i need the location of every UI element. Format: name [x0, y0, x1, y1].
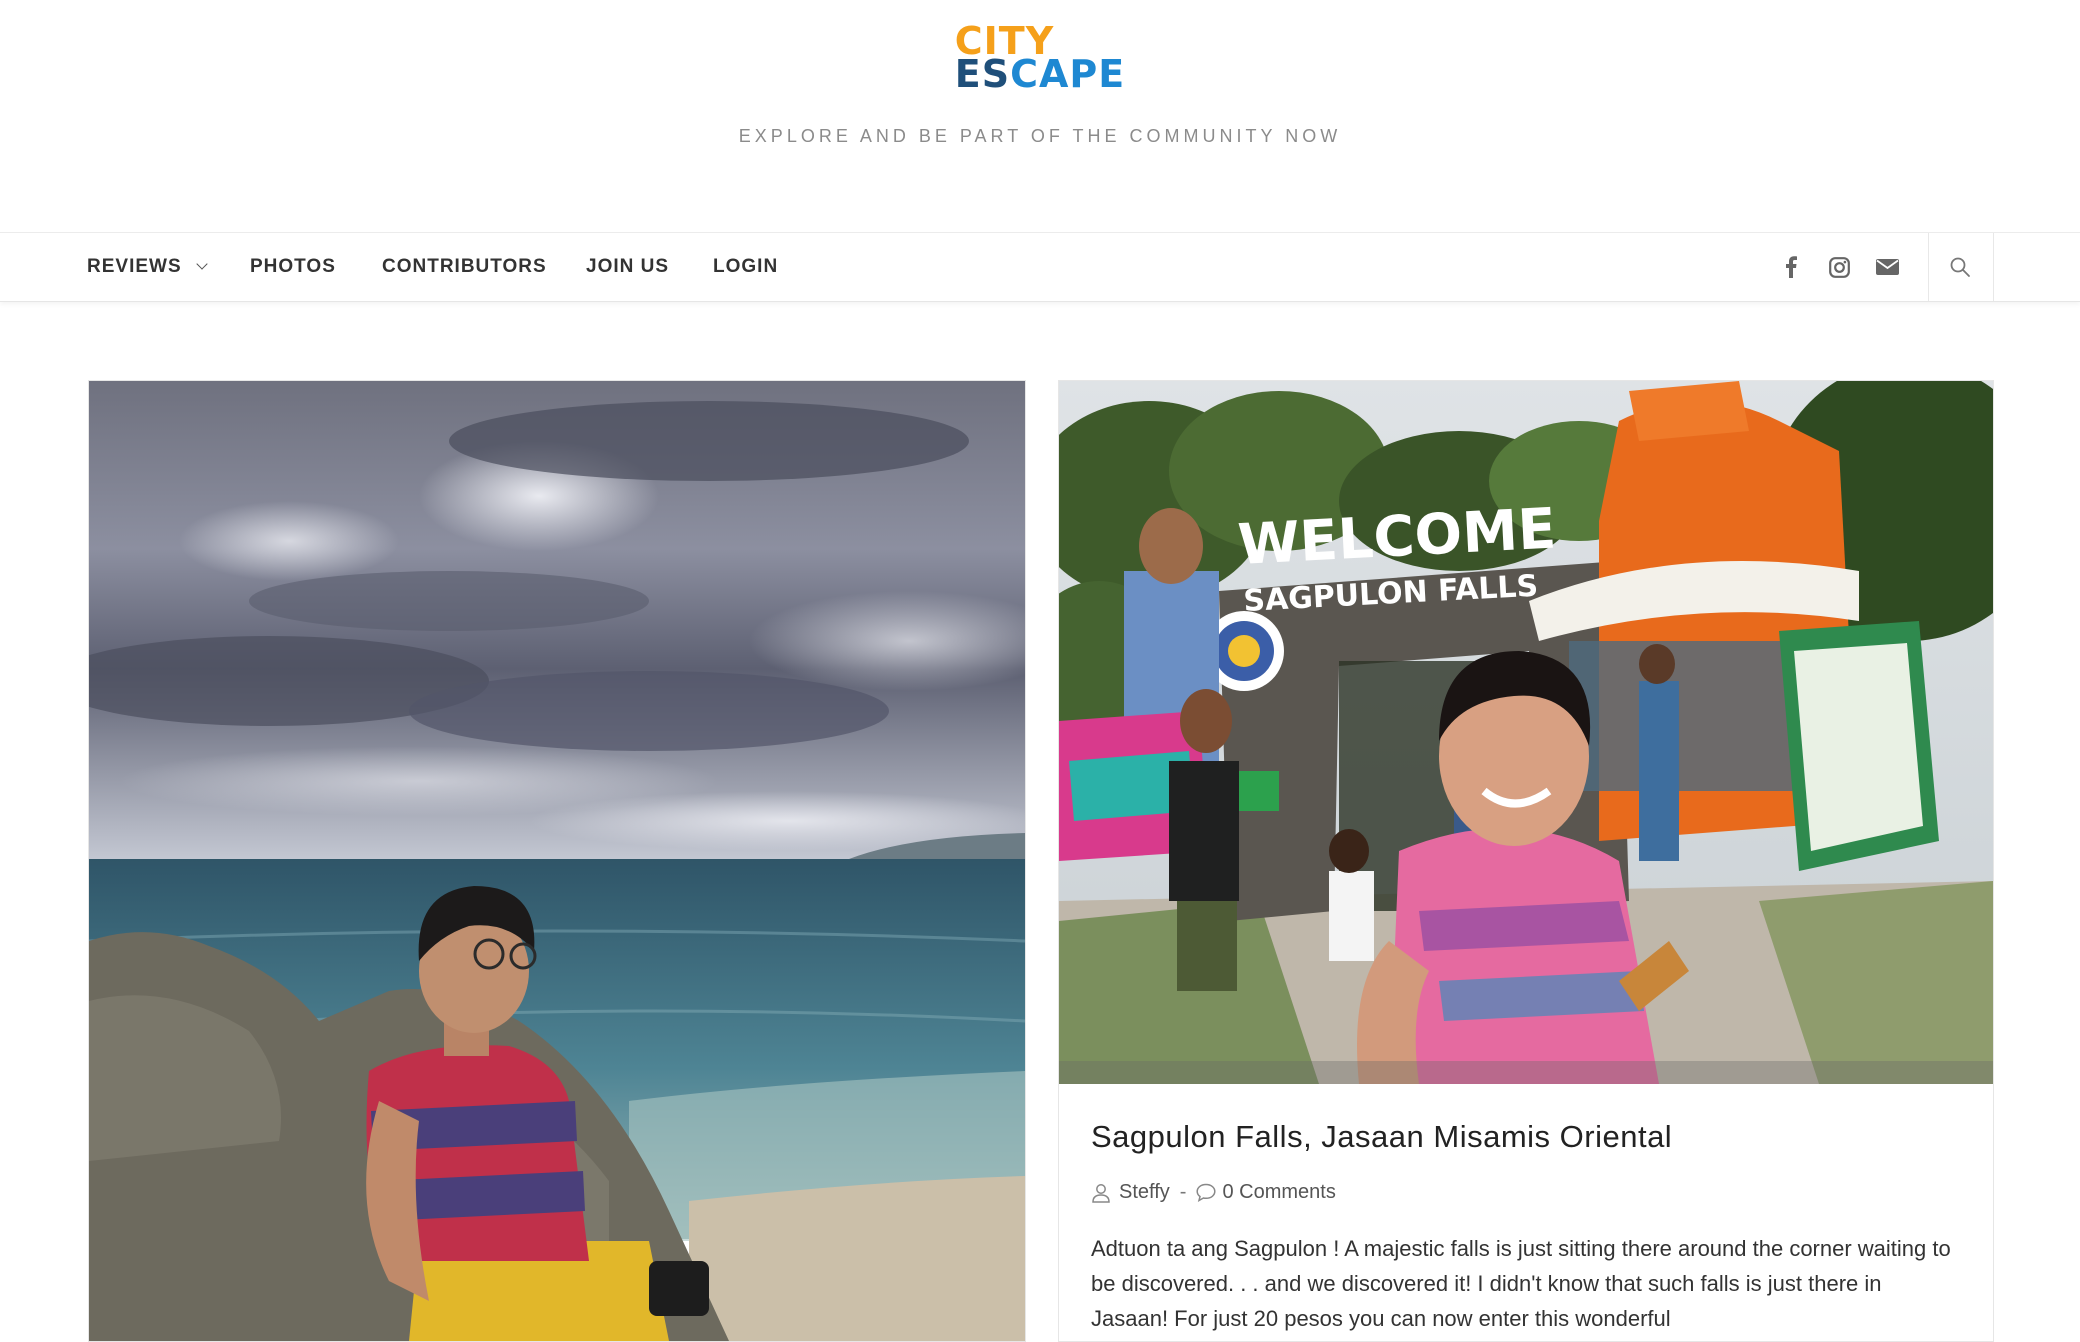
nav-item-contributors[interactable]: CONTRIBUTORS: [382, 233, 547, 301]
post-card[interactable]: [88, 380, 1026, 1342]
envelope-icon[interactable]: [1864, 233, 1910, 301]
chevron-down-icon: [195, 258, 208, 270]
site-logo[interactable]: CITY ESCAPE: [0, 22, 2080, 93]
post-image-beach[interactable]: [89, 381, 1025, 1341]
nav-item-reviews[interactable]: REVIEWS: [87, 233, 208, 301]
post-comments-count[interactable]: 0 Comments: [1222, 1181, 1335, 1204]
nav-item-login[interactable]: LOGIN: [713, 233, 778, 301]
instagram-icon[interactable]: [1816, 233, 1862, 301]
nav-divider: [1928, 233, 1929, 301]
post-title[interactable]: Sagpulon Falls, Jasaan Misamis Oriental: [1091, 1119, 1672, 1155]
comment-icon: [1196, 1183, 1217, 1202]
nav-divider: [1993, 233, 1994, 301]
facebook-icon[interactable]: [1768, 233, 1814, 301]
post-excerpt: Adtuon ta ang Sagpulon ! A majestic fall…: [1091, 1236, 1951, 1331]
main-navigation: REVIEWS PHOTOS CONTRIBUTORS JOIN US LOGI…: [0, 232, 2080, 302]
post-image-sagpulon-falls[interactable]: WELCOME SAGPULON FALLS: [1059, 381, 1993, 1084]
post-card[interactable]: WELCOME SAGPULON FALLS Sagpulon Falls, J…: [1058, 380, 1994, 1342]
user-icon: [1092, 1183, 1110, 1203]
nav-item-photos[interactable]: PHOTOS: [250, 233, 336, 301]
nav-item-reviews-label: REVIEWS: [87, 256, 182, 277]
search-icon[interactable]: [1937, 233, 1983, 301]
post-meta: Steffy - 0 Comments: [1091, 1181, 1336, 1204]
post-author[interactable]: Steffy: [1119, 1181, 1170, 1204]
nav-item-join-us[interactable]: JOIN US: [586, 233, 669, 301]
logo-text-bottom-b: CAPE: [1010, 52, 1126, 96]
meta-separator: -: [1179, 1181, 1187, 1203]
logo-text-bottom: ESCAPE: [955, 55, 1125, 93]
logo-text-bottom-a: ES: [954, 52, 1011, 96]
site-tagline: EXPLORE AND BE PART OF THE COMMUNITY NOW: [738, 126, 1342, 146]
